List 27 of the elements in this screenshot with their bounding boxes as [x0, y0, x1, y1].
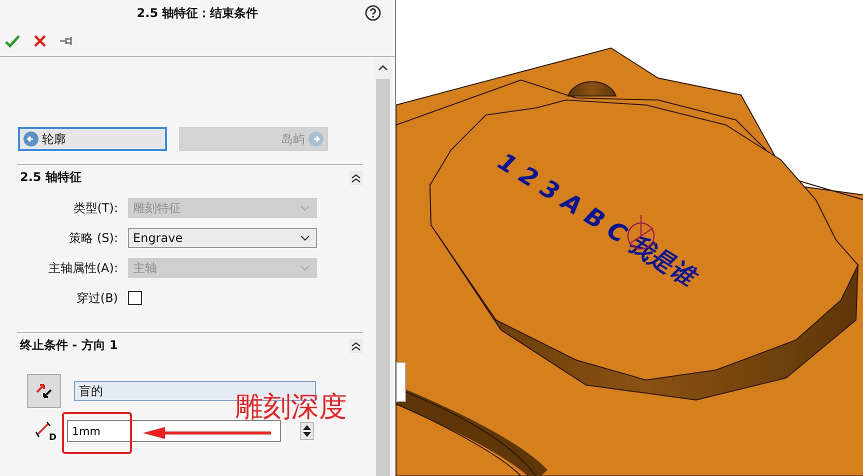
- scrollbar[interactable]: [375, 57, 391, 476]
- collapse-chevron-icon[interactable]: [349, 338, 363, 352]
- field-label: 策略 (S):: [68, 230, 119, 246]
- highlight-frame: [62, 412, 132, 454]
- pin-icon[interactable]: [60, 36, 74, 46]
- checkbox[interactable]: [128, 291, 142, 305]
- panel-title: 2.5 轴特征：结束条件: [136, 4, 258, 22]
- section-title: 2.5 轴特征: [20, 169, 82, 186]
- nav-button[interactable]: 轮廓: [18, 127, 167, 151]
- section-title: 终止条件 - 方向 1: [20, 337, 118, 354]
- depth-input[interactable]: 1mm: [67, 420, 281, 442]
- ok-check-icon[interactable]: [5, 34, 20, 48]
- collapse-chevron-icon[interactable]: [349, 170, 363, 184]
- dropdown[interactable]: Engrave: [128, 228, 317, 248]
- help-icon[interactable]: [365, 5, 381, 21]
- field-label: 类型(T):: [72, 200, 119, 216]
- spinner-buttons[interactable]: [300, 422, 314, 440]
- field-label: 主轴属性(A):: [47, 260, 119, 276]
- reverse-arrows-icon: [35, 382, 53, 400]
- dropdown-caret-icon: [300, 205, 310, 211]
- cancel-x-icon[interactable]: [34, 35, 46, 47]
- reverse-direction-button[interactable]: [27, 374, 61, 408]
- dropdown-caret-icon: [300, 235, 310, 241]
- field-label: 穿过(B): [75, 290, 119, 306]
- dropdown-caret-icon: [300, 265, 310, 271]
- scroll-up-icon[interactable]: [378, 65, 388, 71]
- splitter-handle[interactable]: [396, 362, 406, 402]
